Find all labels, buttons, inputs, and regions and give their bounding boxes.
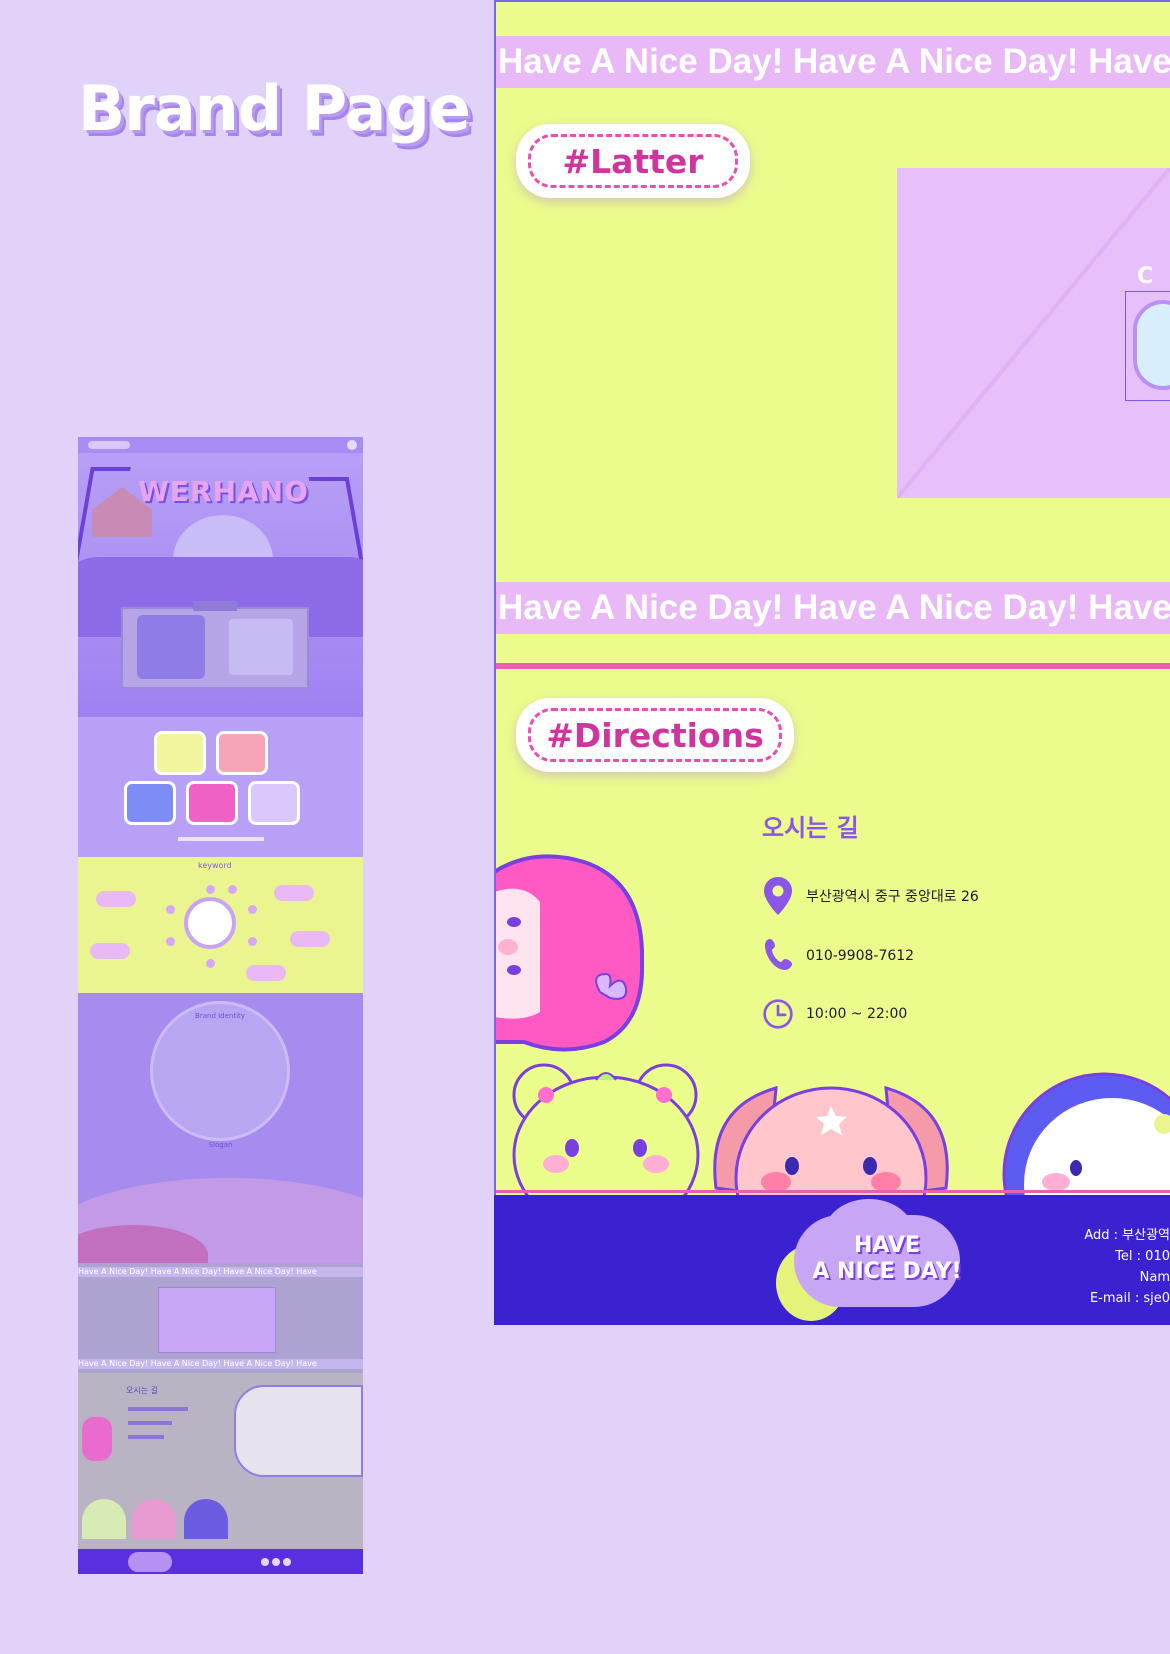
preview-info-line — [128, 1435, 164, 1439]
page-footer: HAVE A NICE DAY! Add : 부산광역 Tel : 010 Na… — [494, 1195, 1170, 1325]
preview-info-line — [128, 1407, 188, 1411]
preview-girl-character — [82, 1417, 112, 1461]
preview-envelope — [158, 1287, 276, 1353]
footer-contact-info: Add : 부산광역 Tel : 010 Nam E-mail : sje0 — [1049, 1225, 1170, 1309]
preview-nav-logo — [88, 441, 130, 449]
preview-char-magenta — [186, 781, 238, 825]
footer-name: Nam — [1139, 1270, 1170, 1285]
preview-dot — [166, 937, 175, 946]
preview-dot — [206, 885, 215, 894]
preview-identity-circle: Brand Identity — [150, 1001, 290, 1141]
preview-keyword-section: keyword — [78, 857, 363, 993]
preview-characters-section — [78, 717, 363, 857]
preview-card-text — [229, 619, 293, 675]
full-page-preview: WERHANO keyword Brand Identity Slogan Ha… — [78, 437, 363, 1574]
preview-keyword-cloud — [96, 891, 136, 907]
preview-brand-identity-label: Brand Identity — [195, 1012, 245, 1020]
preview-intro-card — [121, 601, 309, 689]
preview-latter-section: Have A Nice Day! Have A Nice Day! Have A… — [78, 1263, 363, 1373]
preview-dot — [228, 885, 237, 894]
preview-keyword-cloud — [246, 965, 286, 981]
footer-logo-line2: A NICE DAY! — [812, 1259, 962, 1284]
preview-marquee-text: Have A Nice Day! Have A Nice Day! Have A… — [78, 1267, 317, 1276]
preview-keyword-cloud — [90, 943, 130, 959]
footer-logo-line1: HAVE — [854, 1233, 920, 1258]
preview-dot — [248, 937, 257, 946]
preview-info-line — [128, 1421, 172, 1425]
preview-char-green — [154, 731, 206, 775]
preview-keyword-cloud — [290, 931, 330, 947]
footer-address: Add : 부산광역 — [1084, 1228, 1170, 1243]
preview-card-image — [137, 615, 205, 679]
preview-char-pink — [216, 731, 268, 775]
preview-dot — [166, 905, 175, 914]
footer-logo[interactable]: HAVE A NICE DAY! — [812, 1233, 962, 1285]
preview-marquee-strip: Have A Nice Day! Have A Nice Day! Have A… — [78, 1359, 363, 1369]
preview-card-tape — [193, 601, 237, 611]
preview-hero-section: WERHANO — [78, 437, 363, 717]
preview-hero-title: WERHANO — [138, 475, 309, 508]
footer-tel: Tel : 010 — [1115, 1249, 1170, 1264]
preview-keyword-label: keyword — [198, 861, 232, 870]
preview-social-icon — [283, 1558, 291, 1566]
preview-char-blue — [124, 781, 176, 825]
preview-social-icon — [272, 1558, 280, 1566]
zoomed-page-detail: Have A Nice Day! Have A Nice Day! Have A… — [494, 0, 1170, 1325]
preview-footer-logo — [128, 1552, 172, 1572]
preview-marquee-strip: Have A Nice Day! Have A Nice Day! Have A… — [78, 1267, 363, 1277]
brand-page-title: Brand Page — [78, 72, 471, 145]
preview-characters-caption — [178, 837, 264, 841]
preview-char-lavender — [248, 781, 300, 825]
preview-friend — [184, 1499, 228, 1539]
page-outline — [494, 0, 1170, 1325]
preview-friend — [132, 1499, 176, 1539]
preview-directions-section: 오시는 길 — [78, 1373, 363, 1553]
preview-dot — [206, 959, 215, 968]
preview-marquee-text: Have A Nice Day! Have A Nice Day! Have A… — [78, 1359, 317, 1368]
preview-map — [234, 1385, 363, 1477]
preview-nav-bar — [78, 437, 363, 453]
preview-menu-icon — [347, 440, 357, 450]
preview-friend — [82, 1499, 126, 1539]
preview-social-icon — [261, 1558, 269, 1566]
preview-keyword-logo — [184, 897, 236, 949]
footer-email[interactable]: E-mail : sje0 — [1049, 1288, 1170, 1309]
preview-slogan-label: Slogan — [208, 1141, 233, 1149]
preview-identity-section: Brand Identity Slogan — [78, 993, 363, 1263]
preview-directions-title: 오시는 길 — [126, 1386, 158, 1395]
preview-footer — [78, 1549, 363, 1574]
preview-dot — [248, 905, 257, 914]
preview-keyword-cloud — [274, 885, 314, 901]
